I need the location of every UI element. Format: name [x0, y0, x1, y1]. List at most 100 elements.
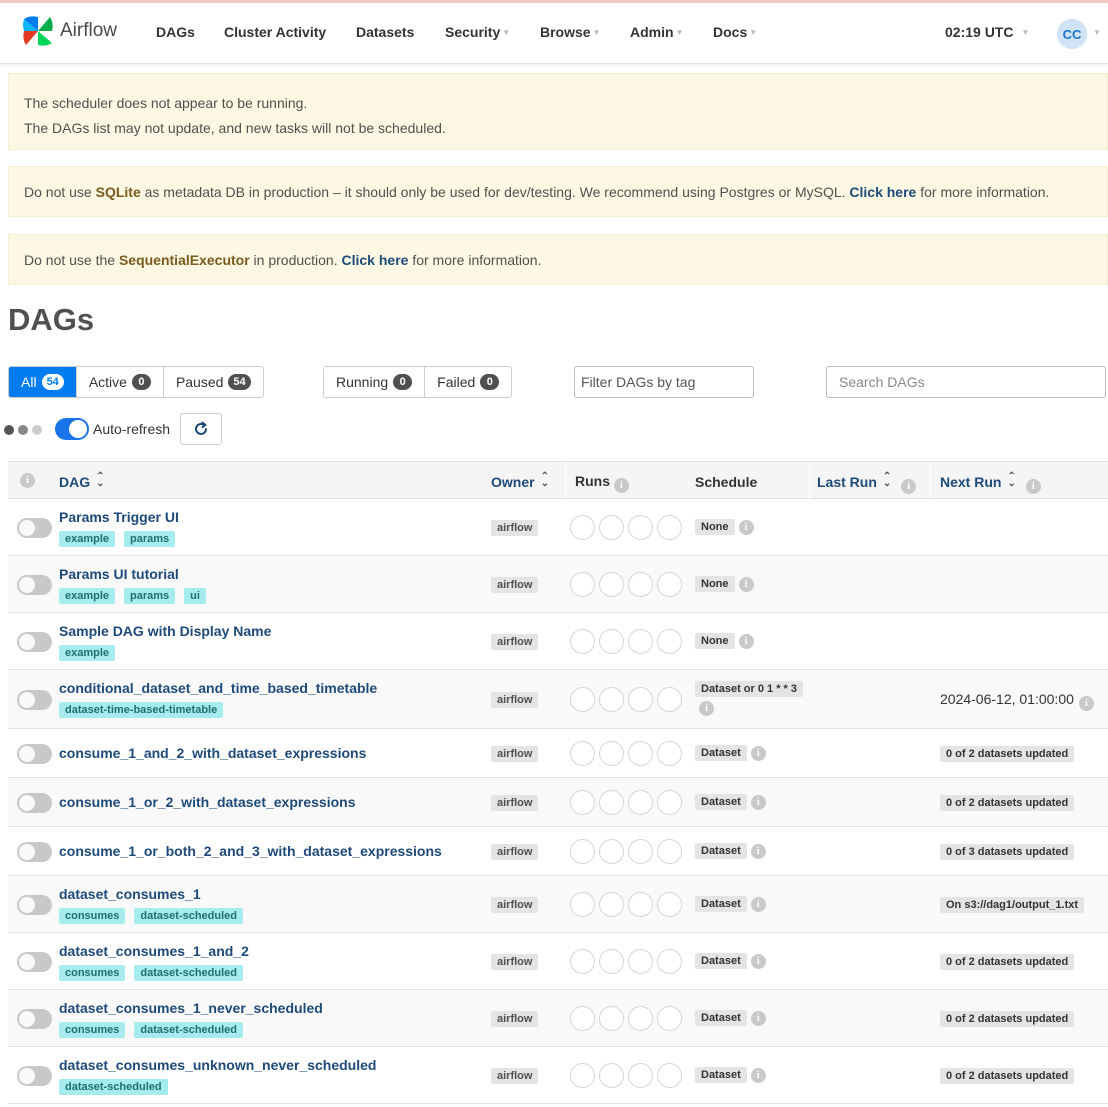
run-status-circle[interactable]: [628, 629, 653, 654]
dag-pause-toggle[interactable]: [17, 690, 52, 710]
chevron-down-icon[interactable]: ▼: [1093, 28, 1101, 37]
schedule-badge[interactable]: Dataset: [695, 896, 747, 912]
run-status-circle[interactable]: [628, 892, 653, 917]
schedule-badge[interactable]: Dataset or 0 1 * * 3: [695, 681, 803, 697]
dag-name-link[interactable]: consume_1_or_both_2_and_3_with_dataset_e…: [59, 843, 442, 859]
run-status-circle[interactable]: [657, 629, 682, 654]
nav-security[interactable]: Security ▼: [445, 24, 510, 40]
run-status-circle[interactable]: [657, 892, 682, 917]
run-status-circle[interactable]: [599, 892, 624, 917]
nav-datasets[interactable]: Datasets: [356, 24, 414, 40]
filter-paused-button[interactable]: Paused 54: [163, 367, 263, 397]
dag-tag[interactable]: example: [59, 588, 116, 604]
info-icon[interactable]: i: [750, 844, 766, 859]
info-icon[interactable]: i: [738, 520, 754, 535]
run-status-circle[interactable]: [599, 572, 624, 597]
dag-pause-toggle[interactable]: [17, 518, 52, 538]
utc-clock[interactable]: 02:19 UTC ▼: [945, 24, 1029, 40]
run-status-circle[interactable]: [599, 839, 624, 864]
run-status-circle[interactable]: [599, 515, 624, 540]
info-icon[interactable]: i: [20, 473, 35, 488]
dag-tag[interactable]: params: [124, 588, 176, 604]
run-status-circle[interactable]: [599, 1063, 624, 1088]
sqlite-more-info-link[interactable]: Click here: [849, 184, 916, 200]
run-status-circle[interactable]: [570, 1063, 595, 1088]
dag-tag[interactable]: consumes: [59, 965, 126, 981]
dag-pause-toggle[interactable]: [17, 842, 52, 862]
executor-more-info-link[interactable]: Click here: [342, 252, 409, 268]
schedule-badge[interactable]: Dataset: [695, 1067, 747, 1083]
dag-pause-toggle[interactable]: [17, 575, 52, 595]
owner-badge[interactable]: airflow: [491, 577, 539, 593]
info-icon[interactable]: i: [750, 1011, 766, 1026]
schedule-badge[interactable]: Dataset: [695, 794, 747, 810]
next-run-badge[interactable]: 0 of 2 datasets updated: [940, 1068, 1075, 1084]
run-status-circle[interactable]: [570, 629, 595, 654]
schedule-badge[interactable]: Dataset: [695, 745, 747, 761]
run-status-circle[interactable]: [570, 949, 595, 974]
header-last-run[interactable]: Last Run ⌃ ⌄ i: [817, 472, 917, 494]
info-icon[interactable]: i: [750, 954, 766, 969]
schedule-badge[interactable]: Dataset: [695, 1010, 747, 1026]
filter-running-button[interactable]: Running 0: [324, 367, 426, 397]
auto-refresh-toggle[interactable]: [55, 418, 89, 440]
owner-badge[interactable]: airflow: [491, 795, 539, 811]
dag-tag[interactable]: dataset-scheduled: [134, 1022, 244, 1038]
filter-all-button[interactable]: All 54: [9, 367, 77, 397]
run-status-circle[interactable]: [570, 741, 595, 766]
refresh-button[interactable]: [180, 413, 222, 445]
dag-tag[interactable]: params: [124, 531, 176, 547]
owner-badge[interactable]: airflow: [491, 520, 539, 536]
schedule-badge[interactable]: None: [695, 576, 735, 592]
run-status-circle[interactable]: [599, 949, 624, 974]
run-status-circle[interactable]: [570, 790, 595, 815]
run-status-circle[interactable]: [599, 687, 624, 712]
nav-browse[interactable]: Browse ▼: [540, 24, 601, 40]
next-run-badge[interactable]: 0 of 2 datasets updated: [940, 746, 1075, 762]
info-icon[interactable]: i: [1078, 696, 1094, 711]
run-status-circle[interactable]: [570, 839, 595, 864]
dag-tag[interactable]: dataset-scheduled: [134, 965, 244, 981]
info-icon[interactable]: i: [613, 478, 629, 493]
run-status-circle[interactable]: [628, 839, 653, 864]
info-icon[interactable]: i: [901, 479, 917, 494]
run-status-circle[interactable]: [570, 687, 595, 712]
run-status-circle[interactable]: [628, 741, 653, 766]
info-icon[interactable]: i: [738, 577, 754, 592]
dag-tag[interactable]: dataset-scheduled: [134, 908, 244, 924]
dag-pause-toggle[interactable]: [17, 895, 52, 915]
next-run-badge[interactable]: 0 of 2 datasets updated: [940, 795, 1075, 811]
dag-pause-toggle[interactable]: [17, 1066, 52, 1086]
dag-name-link[interactable]: consume_1_or_2_with_dataset_expressions: [59, 794, 355, 810]
owner-badge[interactable]: airflow: [491, 746, 539, 762]
tag-filter-input[interactable]: [574, 366, 754, 398]
owner-badge[interactable]: airflow: [491, 1068, 539, 1084]
run-status-circle[interactable]: [628, 1006, 653, 1031]
run-status-circle[interactable]: [628, 949, 653, 974]
next-run-badge[interactable]: 0 of 3 datasets updated: [940, 844, 1075, 860]
run-status-circle[interactable]: [628, 1063, 653, 1088]
info-icon[interactable]: i: [750, 1068, 766, 1083]
run-status-circle[interactable]: [570, 515, 595, 540]
dag-name-link[interactable]: Params UI tutorial: [59, 566, 179, 582]
run-status-circle[interactable]: [657, 741, 682, 766]
run-status-circle[interactable]: [570, 892, 595, 917]
run-status-circle[interactable]: [599, 790, 624, 815]
owner-badge[interactable]: airflow: [491, 844, 539, 860]
run-status-circle[interactable]: [657, 1006, 682, 1031]
info-icon[interactable]: i: [750, 795, 766, 810]
dag-tag[interactable]: consumes: [59, 1022, 126, 1038]
info-icon[interactable]: i: [738, 634, 754, 649]
dag-name-link[interactable]: dataset_consumes_unknown_never_scheduled: [59, 1057, 376, 1073]
header-dag[interactable]: DAG ⌃ ⌄: [59, 472, 105, 491]
owner-badge[interactable]: airflow: [491, 897, 539, 913]
nav-docs[interactable]: Docs ▼: [713, 24, 757, 40]
run-status-circle[interactable]: [599, 629, 624, 654]
run-status-circle[interactable]: [657, 572, 682, 597]
run-status-circle[interactable]: [657, 687, 682, 712]
owner-badge[interactable]: airflow: [491, 692, 539, 708]
next-run-badge[interactable]: 0 of 2 datasets updated: [940, 1011, 1075, 1027]
nav-dags[interactable]: DAGs: [156, 24, 195, 40]
search-dags-input[interactable]: [826, 366, 1106, 398]
run-status-circle[interactable]: [599, 741, 624, 766]
